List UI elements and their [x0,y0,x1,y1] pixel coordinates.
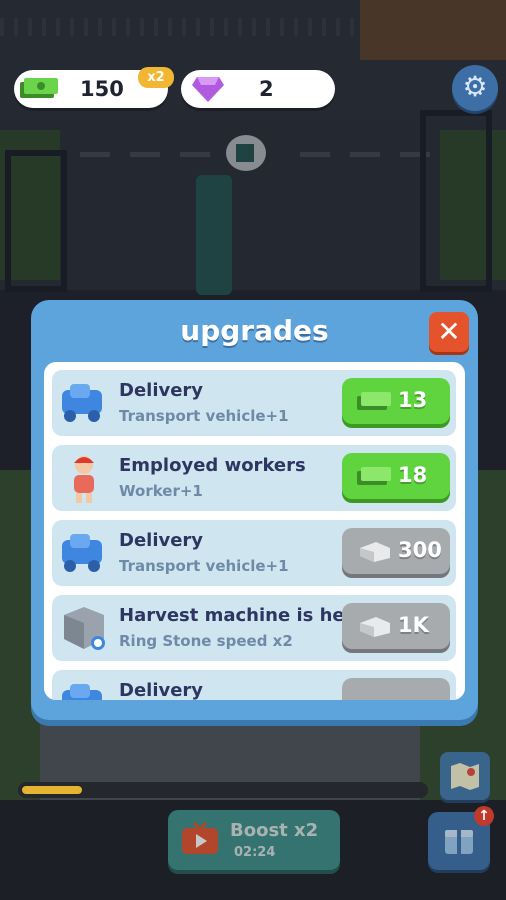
stone-block-icon [64,607,105,650]
buy-button-locked[interactable]: 1K [342,603,450,649]
blue-truck-icon [62,684,102,700]
buy-button[interactable]: 13 [342,378,450,424]
upgrade-description: Worker+1 [119,482,203,500]
upgrade-row: Delivery Transport vehicle+1 300 [52,520,456,586]
blue-truck-icon [62,534,102,572]
progress-fill [22,786,82,794]
cash-icon [357,467,391,485]
buy-button-locked[interactable] [342,678,450,700]
boost-timer: 02:24 [234,845,276,860]
upgrades-list[interactable]: Delivery Transport vehicle+1 13 Employed… [44,362,465,700]
gem-icon [192,77,224,102]
map-button[interactable] [440,752,490,800]
gear-icon: ⚙ [462,70,488,103]
buy-button[interactable]: 18 [342,453,450,499]
upgrade-row: Employed workers Worker+1 18 [52,445,456,511]
cash-icon [357,392,391,410]
boost-button[interactable]: Boost x2 02:24 [168,810,340,870]
close-icon: ✕ [437,315,461,348]
worker-icon [74,456,94,503]
upgrade-row: Harvest machine is here Ring Stone speed… [52,595,456,661]
price-label: 1K [398,613,429,637]
upgrade-description: Transport vehicle+1 [119,557,289,575]
gem-value: 2 [259,77,274,101]
upgrade-description: Ring Stone speed x2 [119,632,293,650]
upgrade-description: Transport vehicle+1 [119,407,289,425]
cash-icon [20,78,58,98]
price-label: 300 [398,538,442,562]
upgrades-modal: upgrades ✕ Delivery Transport vehicle+1 … [31,300,478,720]
price-label: 13 [398,388,428,412]
gem-counter: 2 [181,70,335,108]
notification-badge: ↑ [474,806,494,826]
stone-icon [360,542,390,562]
buy-button-locked[interactable]: 300 [342,528,450,574]
cash-multiplier-badge: x2 [138,67,174,88]
upgrade-row: Delivery [52,670,456,700]
level-progress-bar [18,782,428,798]
price-label: 18 [398,463,428,487]
shop-icon [445,830,473,854]
map-icon [451,763,479,790]
boost-label: Boost x2 [230,820,319,841]
close-button[interactable]: ✕ [429,312,469,352]
settings-button[interactable]: ⚙ [452,65,498,111]
upgrade-name: Delivery [119,530,204,551]
stone-icon [360,617,390,637]
upgrade-row: Delivery Transport vehicle+1 13 [52,370,456,436]
modal-title: upgrades [180,314,329,347]
tv-ad-icon [182,822,218,854]
cash-value: 150 [80,77,124,101]
upgrade-name: Delivery [119,380,204,401]
blue-truck-icon [62,384,102,422]
upgrade-name: Harvest machine is here [119,605,366,626]
upgrade-name: Employed workers [119,455,306,476]
upgrade-name: Delivery [119,680,204,700]
